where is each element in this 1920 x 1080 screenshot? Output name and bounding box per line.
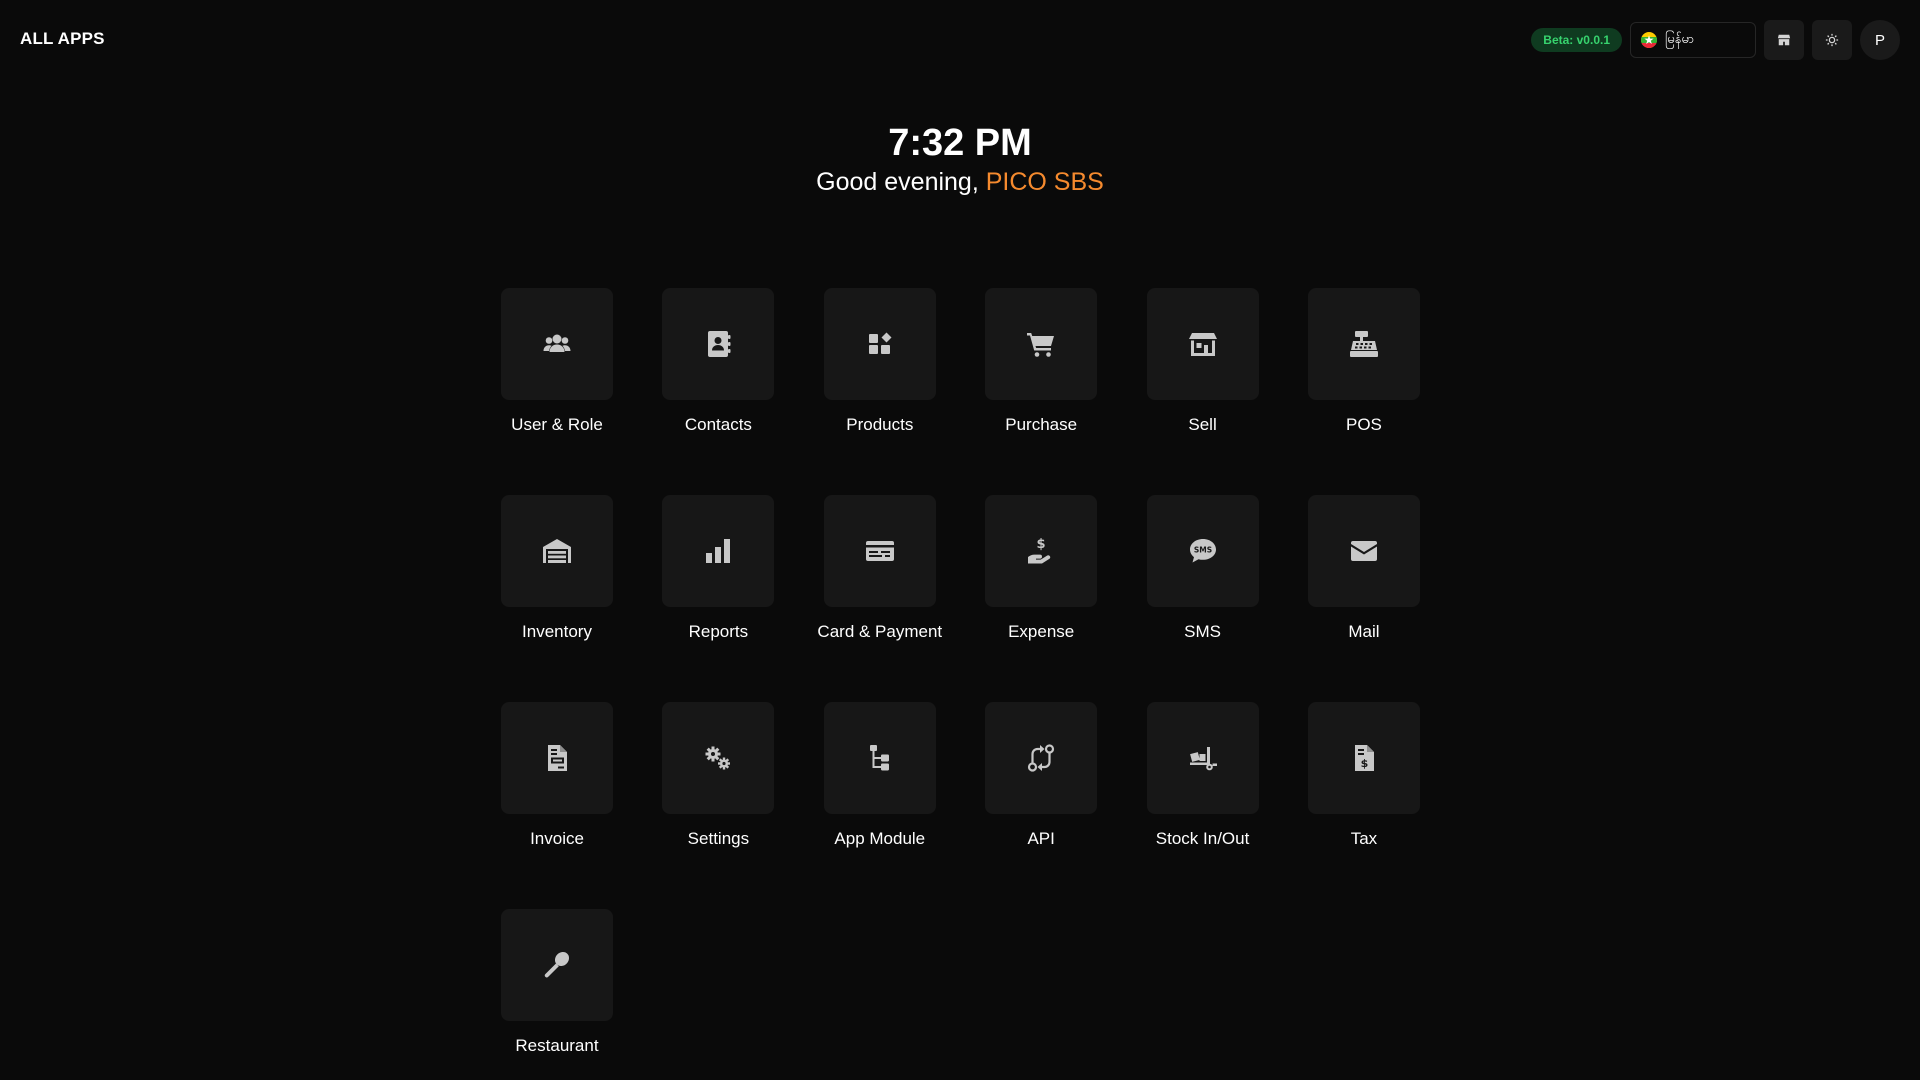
app-tile-box[interactable]	[501, 495, 613, 607]
hand-dollar-icon: $	[1028, 537, 1051, 564]
store-icon	[1777, 34, 1791, 46]
truck-loading-icon	[1189, 747, 1217, 771]
app-tile-pos[interactable]: POS	[1307, 288, 1420, 435]
app-label: POS	[1346, 415, 1382, 434]
app-tile-contacts[interactable]: Contacts	[662, 288, 775, 435]
tax-file-icon: $	[1354, 745, 1374, 771]
app-label: SMS	[1184, 622, 1221, 641]
app-label: Invoice	[530, 829, 584, 848]
sms-icon: SMS	[1189, 539, 1216, 563]
app-label: Tax	[1350, 829, 1378, 848]
app-tile-box[interactable]	[1146, 288, 1259, 400]
app-label: Reports	[688, 622, 749, 641]
invoice-icon	[548, 745, 567, 771]
users-icon	[543, 334, 571, 352]
myanmar-flag-icon: ★	[1641, 32, 1657, 48]
svg-text:$: $	[1361, 757, 1369, 770]
app-tile-box[interactable]: SMS	[1146, 495, 1259, 607]
app-tile-box[interactable]	[501, 288, 613, 400]
app-tile-box[interactable]	[985, 288, 1098, 400]
bar-chart-icon	[706, 539, 731, 563]
app-tile-box[interactable]	[1146, 702, 1259, 814]
cash-register-icon	[1349, 331, 1378, 357]
app-label: Products	[846, 415, 914, 434]
gears-icon	[705, 746, 731, 770]
module-tree-icon	[869, 745, 889, 771]
app-tile-box[interactable]	[823, 495, 936, 607]
app-tile-box[interactable]	[501, 909, 613, 1021]
app-tile-reports[interactable]: Reports	[662, 495, 775, 642]
app-label: API	[1027, 829, 1055, 848]
app-label: Card & Payment	[817, 622, 943, 641]
address-book-icon	[708, 331, 731, 357]
api-icon	[1028, 744, 1055, 772]
app-tile-settings[interactable]: Settings	[662, 702, 775, 849]
app-tile-box[interactable]	[662, 702, 775, 814]
store-button[interactable]	[1764, 20, 1804, 60]
app-tile-app-module[interactable]: App Module	[823, 702, 936, 849]
language-select[interactable]: ★ မြန်မာ	[1630, 22, 1756, 58]
shop-icon	[1188, 333, 1217, 356]
app-label: User & Role	[511, 415, 603, 434]
app-tile-box[interactable]	[501, 702, 613, 814]
app-label: Settings	[687, 829, 750, 848]
app-tile-box[interactable]: $	[985, 495, 1098, 607]
app-tile-invoice[interactable]: Invoice	[501, 702, 613, 849]
app-tile-sell[interactable]: Sell	[1146, 288, 1259, 435]
app-label: Mail	[1348, 622, 1380, 641]
svg-text:$: $	[1037, 537, 1046, 552]
theme-toggle-button[interactable]	[1812, 20, 1852, 60]
app-label: Contacts	[684, 415, 752, 434]
app-tile-products[interactable]: Products	[823, 288, 936, 435]
app-label: Stock In/Out	[1155, 829, 1250, 848]
app-tile-user-role[interactable]: User & Role	[501, 288, 613, 435]
current-time: 7:32 PM	[888, 122, 1032, 164]
app-tile-tax[interactable]: $ Tax	[1307, 702, 1420, 849]
cart-icon	[1027, 333, 1055, 357]
top-right-controls: Beta: v0.0.1 ★ မြန်မာ P	[1531, 20, 1900, 60]
svg-text:SMS: SMS	[1193, 546, 1211, 555]
app-label: Purchase	[1005, 415, 1078, 434]
app-tile-box[interactable]	[1307, 495, 1420, 607]
page-title: ALL APPS	[20, 29, 105, 48]
app-tile-inventory[interactable]: Inventory	[501, 495, 613, 642]
app-tile-box[interactable]	[823, 702, 936, 814]
user-avatar[interactable]: P	[1860, 20, 1900, 60]
app-tile-expense[interactable]: $ Expense	[985, 495, 1098, 642]
app-label: App Module	[834, 829, 926, 848]
app-tile-box[interactable]	[662, 288, 775, 400]
app-tile-box[interactable]	[823, 288, 936, 400]
top-bar: ALL APPS Beta: v0.0.1 ★ မြန်မာ P	[0, 0, 1920, 80]
app-tile-card-payment[interactable]: Card & Payment	[817, 495, 942, 642]
app-tile-box[interactable]	[1307, 288, 1420, 400]
boxes-icon	[868, 332, 892, 354]
spoon-icon	[544, 951, 570, 978]
apps-grid: User & Role Contacts Products Purchase S…	[501, 288, 1420, 1056]
organization-name: PICO SBS	[985, 168, 1104, 196]
envelope-icon	[1350, 541, 1377, 561]
app-tile-stock-in-out[interactable]: Stock In/Out	[1146, 702, 1259, 849]
app-tile-api[interactable]: API	[985, 702, 1098, 849]
sun-icon	[1825, 33, 1839, 47]
app-tile-mail[interactable]: Mail	[1307, 495, 1420, 642]
app-label: Sell	[1188, 415, 1217, 434]
language-value: မြန်မာ	[1665, 30, 1695, 46]
warehouse-icon	[543, 539, 571, 563]
app-tile-box[interactable]	[662, 495, 775, 607]
app-tile-sms[interactable]: SMS SMS	[1146, 495, 1259, 642]
beta-version-badge: Beta: v0.0.1	[1531, 28, 1622, 52]
credit-card-icon	[865, 541, 894, 561]
app-tile-box[interactable]	[985, 702, 1098, 814]
app-label: Restaurant	[515, 1036, 599, 1055]
greeting-text: Good evening,	[816, 168, 986, 196]
app-tile-restaurant[interactable]: Restaurant	[501, 909, 613, 1056]
app-tile-box[interactable]: $	[1307, 702, 1420, 814]
app-label: Inventory	[522, 622, 592, 641]
app-tile-purchase[interactable]: Purchase	[985, 288, 1098, 435]
app-label: Expense	[1008, 622, 1075, 641]
greeting: Good evening, PICO SBS	[0, 168, 1920, 197]
